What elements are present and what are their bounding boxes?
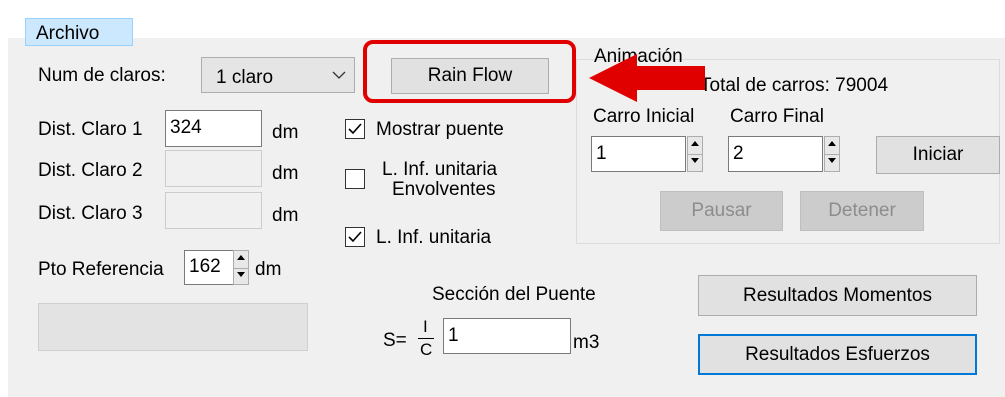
referencia-unit: dm [255,259,282,280]
resultados-esfuerzos-label: Resultados Esfuerzos [745,343,930,365]
red-arrow-icon [589,54,705,102]
claros-selected: 1 claro [216,67,274,88]
check-icon [348,231,362,243]
fraction-bar [418,338,434,339]
carro-final-spinner[interactable] [824,136,840,172]
dist-claro-3-input[interactable] [165,192,262,229]
envolventes-checkbox[interactable] [345,169,365,189]
dist-claro-2-input[interactable] [165,150,262,187]
menu-bar: Archivo [0,0,1005,46]
carro-inicial-spinner[interactable] [687,136,703,172]
resultados-momentos-label: Resultados Momentos [742,284,933,306]
pausar-button[interactable]: Pausar [660,191,783,231]
carro-final-input[interactable]: 2 [728,136,823,172]
seccion-unit: m3 [573,332,600,353]
seccion-input[interactable]: 1 [443,318,571,354]
dist-claro-2-unit: dm [272,163,299,184]
spin-up-icon[interactable] [688,137,702,155]
chevron-down-icon [332,71,346,79]
resultados-momentos-button[interactable]: Resultados Momentos [698,275,977,316]
spin-up-icon[interactable] [825,137,839,155]
mostrar-puente-label: Mostrar puente [376,119,504,140]
detener-button[interactable]: Detener [800,191,924,231]
spin-up-icon[interactable] [234,251,248,269]
spin-down-icon[interactable] [688,154,702,171]
pausar-label: Pausar [691,200,752,221]
spin-down-icon[interactable] [825,154,839,171]
check-icon [348,123,362,135]
dist-claro-1-label: Dist. Claro 1 [38,119,143,140]
seccion-denominator: C [420,340,433,359]
iniciar-button[interactable]: Iniciar [876,136,1000,174]
menu-archivo-label: Archivo [36,23,100,44]
dist-claro-1-unit: dm [272,122,299,143]
menu-archivo[interactable]: Archivo [25,18,133,46]
seccion-numerator: I [423,317,428,336]
unitaria-checkbox[interactable] [345,227,365,247]
resultados-esfuerzos-button[interactable]: Resultados Esfuerzos [698,334,977,375]
referencia-input[interactable]: 162 [184,250,234,285]
highlight-box [363,40,576,103]
dist-claro-3-label: Dist. Claro 3 [38,203,143,224]
seccion-title: Sección del Puente [432,284,596,305]
unitaria-label: L. Inf. unitaria [376,227,492,248]
carro-inicial-input[interactable]: 1 [591,136,686,172]
carro-final-label: Carro Final [730,106,824,127]
seccion-s-eq: S= [383,330,407,351]
spin-down-icon[interactable] [234,268,248,285]
referencia-label: Pto Referencia [38,259,164,280]
claros-label: Num de claros: [38,65,166,86]
referencia-spinner[interactable] [233,250,249,285]
detener-label: Detener [828,200,896,221]
mostrar-puente-checkbox[interactable] [345,119,365,139]
envolventes-label-1: L. Inf. unitaria [382,159,498,180]
claros-dropdown[interactable]: 1 claro [201,57,355,93]
iniciar-label: Iniciar [912,144,964,165]
disabled-panel [38,303,308,351]
dist-claro-1-input[interactable]: 324 [165,110,262,147]
dist-claro-3-unit: dm [272,205,299,226]
envolventes-label-2: Envolventes [392,179,496,200]
total-carros-label: Total de carros: 79004 [700,75,889,96]
dist-claro-2-label: Dist. Claro 2 [38,160,143,181]
